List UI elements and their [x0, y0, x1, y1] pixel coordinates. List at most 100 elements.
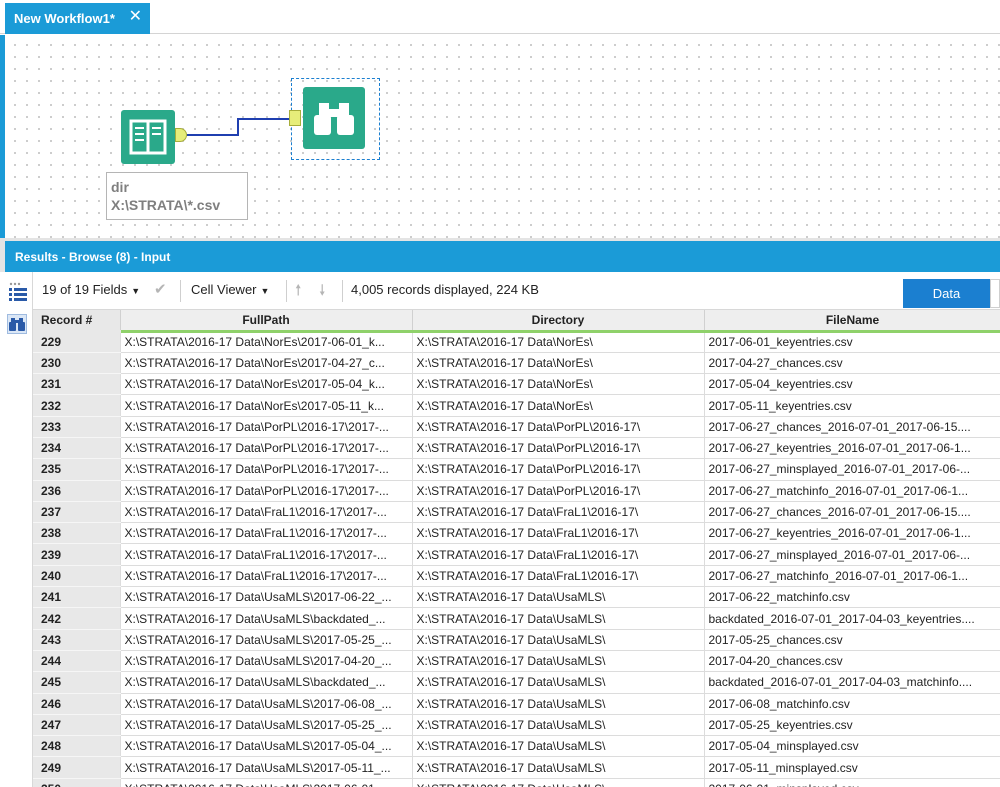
fullpath-cell[interactable]: X:\STRATA\2016-17 Data\NorEs\2017-05-04_…: [120, 373, 413, 396]
directory-cell[interactable]: X:\STRATA\2016-17 Data\UsaMLS\: [412, 714, 705, 737]
table-row[interactable]: 250X:\STRATA\2016-17 Data\UsaMLS\2017-06…: [33, 778, 1000, 787]
filename-cell[interactable]: 2017-06-01_keyentries.csv: [704, 331, 1000, 353]
record-cell[interactable]: 241: [33, 586, 121, 609]
fullpath-cell[interactable]: X:\STRATA\2016-17 Data\UsaMLS\backdated_…: [120, 607, 413, 630]
close-icon[interactable]: ✕: [129, 8, 142, 26]
record-cell[interactable]: 240: [33, 565, 121, 588]
metadata-view-button[interactable]: [990, 279, 1000, 308]
table-row[interactable]: 239 X:\STRATA\2016-17 Data\FraL1\2016-17\…: [33, 543, 1000, 566]
table-row[interactable]: 238 X:\STRATA\2016-17 Data\FraL1\2016-17\…: [33, 522, 1000, 545]
directory-cell[interactable]: X:\STRATA\2016-17 Data\UsaMLS\: [412, 693, 705, 715]
data-view-button[interactable]: Data: [903, 279, 990, 308]
record-cell[interactable]: 236: [33, 480, 121, 502]
fullpath-cell[interactable]: X:\STRATA\2016-17 Data\UsaMLS\backdated_…: [120, 671, 413, 694]
record-cell[interactable]: 244: [33, 650, 121, 673]
filename-cell[interactable]: 2017-04-20_chances.csv: [704, 650, 1000, 673]
directory-cell[interactable]: X:\STRATA\2016-17 Data\NorEs\: [412, 352, 705, 375]
record-cell[interactable]: 238: [33, 522, 121, 545]
table-row[interactable]: 234 X:\STRATA\2016-17 Data\PorPL\2016-17\…: [33, 437, 1000, 460]
filename-cell[interactable]: 2017-05-04_keyentries.csv: [704, 373, 1000, 396]
record-cell[interactable]: 246: [33, 693, 121, 715]
filename-cell[interactable]: 2017-06-08_matchinfo.csv: [704, 693, 1000, 715]
filename-cell[interactable]: 2017-06-27_matchinfo_2016-07-01_2017-06-…: [704, 565, 1000, 588]
fullpath-cell[interactable]: X:\STRATA\2016-17 Data\UsaMLS\2017-06-08…: [120, 693, 413, 715]
record-cell[interactable]: 234: [33, 437, 121, 460]
fullpath-cell[interactable]: X:\STRATA\2016-17 Data\UsaMLS\2017-06-22…: [120, 586, 413, 609]
table-row[interactable]: 246 X:\STRATA\2016-17 Data\UsaMLS\2017-06…: [33, 693, 1000, 715]
fullpath-cell[interactable]: X:\STRATA\2016-17 Data\FraL1\2016-17\201…: [120, 565, 413, 588]
directory-cell[interactable]: X:\STRATA\2016-17 Data\FraL1\2016-17\: [412, 501, 705, 524]
fullpath-cell[interactable]: X:\STRATA\2016-17 Data\UsaMLS\2017-06-01…: [120, 778, 413, 787]
column-header-record[interactable]: Record #: [33, 310, 121, 333]
directory-cell[interactable]: X:\STRATA\2016-17 Data\PorPL\2016-17\: [412, 458, 705, 481]
record-cell[interactable]: 248: [33, 735, 121, 758]
workflow-canvas[interactable]: dir X:\STRATA\*.csv: [0, 35, 1000, 238]
table-row[interactable]: 249 X:\STRATA\2016-17 Data\UsaMLS\2017-05…: [33, 756, 1000, 779]
directory-cell[interactable]: X:\STRATA\2016-17 Data\UsaMLS\: [412, 607, 705, 630]
directory-cell[interactable]: X:\STRATA\2016-17 Data\UsaMLS\: [412, 778, 705, 787]
table-row[interactable]: 235 X:\STRATA\2016-17 Data\PorPL\2016-17\…: [33, 458, 1000, 481]
record-cell[interactable]: 229: [33, 331, 121, 353]
arrow-up-icon[interactable]: 🠕: [295, 280, 301, 305]
filename-cell[interactable]: 2017-05-11_minsplayed.csv: [704, 756, 1000, 779]
checkmark-icon[interactable]: ✔: [154, 280, 167, 298]
filename-cell[interactable]: 2017-05-04_minsplayed.csv: [704, 735, 1000, 758]
directory-cell[interactable]: X:\STRATA\2016-17 Data\FraL1\2016-17\: [412, 522, 705, 545]
record-cell[interactable]: 235: [33, 458, 121, 481]
record-cell[interactable]: 237: [33, 501, 121, 524]
tab-new-workflow1[interactable]: New Workflow1* ✕: [5, 3, 150, 34]
table-row[interactable]: 243 X:\STRATA\2016-17 Data\UsaMLS\2017-05…: [33, 629, 1000, 651]
filename-cell[interactable]: 2017-04-27_chances.csv: [704, 352, 1000, 375]
filename-cell[interactable]: 2017-06-27_chances_2016-07-01_2017-06-15…: [704, 501, 1000, 524]
list-view-icon[interactable]: [9, 282, 27, 301]
table-row[interactable]: 244 X:\STRATA\2016-17 Data\UsaMLS\2017-04…: [33, 650, 1000, 673]
results-grid[interactable]: Record # FullPath Directory FileName 229…: [33, 310, 1000, 787]
fullpath-cell[interactable]: X:\STRATA\2016-17 Data\PorPL\2016-17\201…: [120, 480, 413, 502]
fullpath-cell[interactable]: X:\STRATA\2016-17 Data\NorEs\2017-04-27_…: [120, 352, 413, 375]
record-cell[interactable]: 243: [33, 629, 121, 651]
table-row[interactable]: 232 X:\STRATA\2016-17 Data\NorEs\2017-05-…: [33, 394, 1000, 417]
table-row[interactable]: 242 X:\STRATA\2016-17 Data\UsaMLS\backdat…: [33, 607, 1000, 630]
table-row[interactable]: 237 X:\STRATA\2016-17 Data\FraL1\2016-17\…: [33, 501, 1000, 524]
table-row[interactable]: 245 X:\STRATA\2016-17 Data\UsaMLS\backdat…: [33, 671, 1000, 694]
filename-cell[interactable]: 2017-06-27_chances_2016-07-01_2017-06-15…: [704, 416, 1000, 438]
directory-cell[interactable]: X:\STRATA\2016-17 Data\UsaMLS\: [412, 735, 705, 758]
column-header-fullpath[interactable]: FullPath: [120, 310, 413, 333]
table-row[interactable]: 247 X:\STRATA\2016-17 Data\UsaMLS\2017-05…: [33, 714, 1000, 737]
table-row[interactable]: 233 X:\STRATA\2016-17 Data\PorPL\2016-17\…: [33, 416, 1000, 438]
directory-cell[interactable]: X:\STRATA\2016-17 Data\UsaMLS\: [412, 629, 705, 651]
table-row[interactable]: 240 X:\STRATA\2016-17 Data\FraL1\2016-17\…: [33, 565, 1000, 588]
table-row[interactable]: 229 X:\STRATA\2016-17 Data\NorEs\2017-06-…: [33, 331, 1000, 353]
arrow-down-icon[interactable]: 🠗: [319, 280, 325, 305]
input-anchor[interactable]: [289, 110, 301, 126]
directory-cell[interactable]: X:\STRATA\2016-17 Data\PorPL\2016-17\: [412, 437, 705, 460]
fullpath-cell[interactable]: X:\STRATA\2016-17 Data\PorPL\2016-17\201…: [120, 416, 413, 438]
fullpath-cell[interactable]: X:\STRATA\2016-17 Data\PorPL\2016-17\201…: [120, 437, 413, 460]
directory-cell[interactable]: X:\STRATA\2016-17 Data\PorPL\2016-17\: [412, 416, 705, 438]
fullpath-cell[interactable]: X:\STRATA\2016-17 Data\FraL1\2016-17\201…: [120, 522, 413, 545]
record-cell[interactable]: 239: [33, 543, 121, 566]
fullpath-cell[interactable]: X:\STRATA\2016-17 Data\UsaMLS\2017-04-20…: [120, 650, 413, 673]
fullpath-cell[interactable]: X:\STRATA\2016-17 Data\UsaMLS\2017-05-04…: [120, 735, 413, 758]
record-cell[interactable]: 233: [33, 416, 121, 438]
directory-cell[interactable]: X:\STRATA\2016-17 Data\UsaMLS\: [412, 671, 705, 694]
cell-viewer-dropdown[interactable]: Cell Viewer ▼: [191, 282, 269, 297]
column-header-filename[interactable]: FileName: [704, 310, 1000, 333]
filename-cell[interactable]: backdated_2016-07-01_2017-04-03_keyentri…: [704, 607, 1000, 630]
filename-cell[interactable]: 2017-06-01_minsplayed.csv: [704, 778, 1000, 787]
filename-cell[interactable]: 2017-05-11_keyentries.csv: [704, 394, 1000, 417]
record-cell[interactable]: 231: [33, 373, 121, 396]
fullpath-cell[interactable]: X:\STRATA\2016-17 Data\NorEs\2017-05-11_…: [120, 394, 413, 417]
directory-cell[interactable]: X:\STRATA\2016-17 Data\NorEs\: [412, 394, 705, 417]
filename-cell[interactable]: 2017-06-22_matchinfo.csv: [704, 586, 1000, 609]
record-cell[interactable]: 250: [33, 778, 121, 787]
binoculars-icon[interactable]: [7, 314, 27, 334]
browse-tool[interactable]: [303, 87, 365, 149]
directory-cell[interactable]: X:\STRATA\2016-17 Data\NorEs\: [412, 331, 705, 353]
record-cell[interactable]: 230: [33, 352, 121, 375]
table-row[interactable]: 248 X:\STRATA\2016-17 Data\UsaMLS\2017-05…: [33, 735, 1000, 758]
directory-cell[interactable]: X:\STRATA\2016-17 Data\FraL1\2016-17\: [412, 565, 705, 588]
input-data-tool[interactable]: [121, 110, 175, 164]
filename-cell[interactable]: 2017-06-27_keyentries_2016-07-01_2017-06…: [704, 522, 1000, 545]
fullpath-cell[interactable]: X:\STRATA\2016-17 Data\UsaMLS\2017-05-25…: [120, 629, 413, 651]
